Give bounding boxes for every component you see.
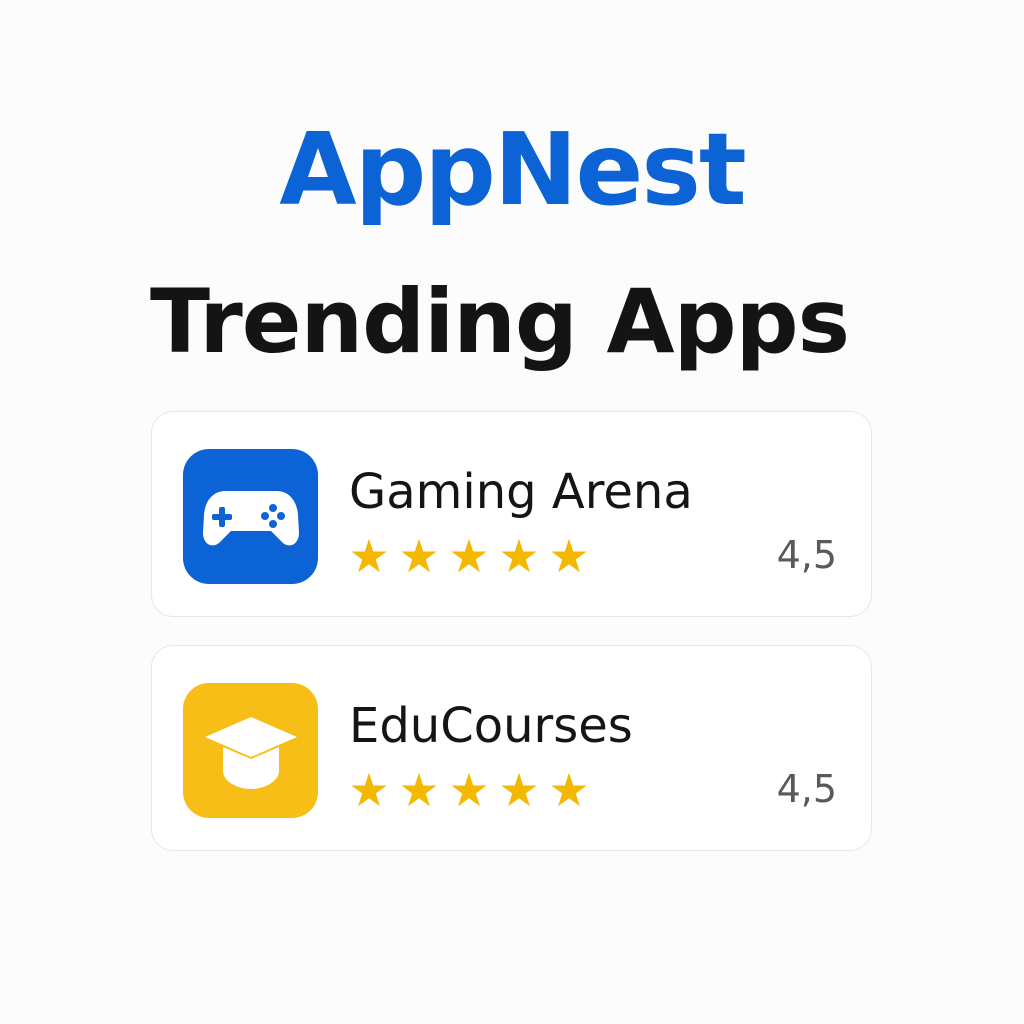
graduation-cap-icon	[204, 716, 297, 789]
star-icon: ★	[398, 763, 440, 817]
star-icon: ★	[348, 529, 390, 583]
gamepad-icon	[202, 490, 299, 545]
app-icon-tile	[183, 449, 318, 584]
app-icon-tile	[183, 683, 318, 818]
app-card-educourses[interactable]: EduCourses ★ ★ ★ ★ ★ 4,5	[151, 645, 872, 851]
app-logo-text: AppNest	[279, 111, 746, 228]
rating-value: 4,5	[776, 767, 837, 811]
star-icon: ★	[348, 763, 390, 817]
star-icon: ★	[498, 529, 540, 583]
star-rating: ★ ★ ★ ★ ★	[347, 532, 591, 580]
star-icon: ★	[498, 763, 540, 817]
page: AppNest Trending Apps Gaming Arena ★ ★ ★…	[0, 0, 1024, 1024]
rating-value: 4,5	[776, 533, 837, 577]
star-icon: ★	[448, 763, 490, 817]
star-icon: ★	[548, 529, 590, 583]
app-name: EduCourses	[349, 698, 633, 754]
star-rating: ★ ★ ★ ★ ★	[347, 766, 591, 814]
star-icon: ★	[398, 529, 440, 583]
app-card-gaming-arena[interactable]: Gaming Arena ★ ★ ★ ★ ★ 4,5	[151, 411, 872, 617]
section-title: Trending Apps	[150, 270, 850, 373]
star-icon: ★	[548, 763, 590, 817]
app-name: Gaming Arena	[349, 464, 693, 520]
star-icon: ★	[448, 529, 490, 583]
